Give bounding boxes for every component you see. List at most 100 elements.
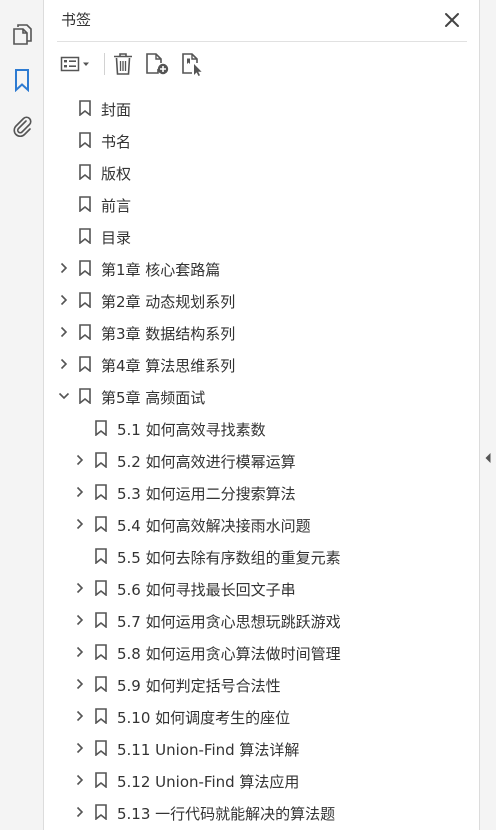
bookmark-icon (95, 516, 107, 532)
chevron-right-icon[interactable] (73, 581, 87, 595)
bookmark-icon (95, 580, 107, 596)
bookmark-row[interactable]: 第5章 高频面试 (45, 380, 475, 412)
chevron-down-icon[interactable] (57, 389, 71, 403)
bookmark-label: 5.3 如何运用二分搜索算法 (117, 485, 296, 503)
delete-bookmark-button[interactable] (111, 50, 137, 78)
bookmark-label: 5.4 如何高效解决接雨水问题 (117, 517, 311, 535)
bookmark-label: 前言 (101, 197, 132, 215)
bookmark-icon (79, 196, 91, 212)
bookmark-row[interactable]: 第4章 算法思维系列 (45, 348, 475, 380)
bookmark-label: 5.7 如何运用贪心思想玩跳跃游戏 (117, 613, 341, 631)
bookmark-icon (79, 356, 91, 372)
chevron-right-icon[interactable] (73, 709, 87, 723)
bookmark-label: 第5章 高频面试 (101, 389, 206, 407)
bookmark-label: 5.10 如何调度考生的座位 (117, 709, 291, 727)
bookmark-label: 第4章 算法思维系列 (101, 357, 236, 375)
bookmark-row[interactable]: 5.4 如何高效解决接雨水问题 (45, 508, 475, 540)
bookmark-row[interactable]: 5.6 如何寻找最长回文子串 (45, 572, 475, 604)
bookmark-row[interactable]: 版权 (45, 156, 475, 188)
bookmark-label: 5.8 如何运用贪心算法做时间管理 (117, 645, 341, 663)
panel-title: 书签 (61, 11, 92, 29)
bookmark-icon (95, 452, 107, 468)
close-panel-button[interactable] (441, 9, 463, 31)
options-icon (60, 56, 80, 72)
bookmark-icon (95, 612, 107, 628)
bookmark-row[interactable]: 书名 (45, 124, 475, 156)
bookmark-icon (79, 388, 91, 404)
bookmark-label: 5.2 如何高效进行模幂运算 (117, 453, 296, 471)
bookmark-label: 第3章 数据结构系列 (101, 325, 236, 343)
page-thumbnails-button[interactable] (8, 20, 36, 48)
bookmark-label: 5.5 如何去除有序数组的重复元素 (117, 549, 341, 567)
bookmark-label: 封面 (101, 101, 132, 119)
bookmark-row[interactable]: 5.11 Union-Find 算法详解 (45, 732, 475, 764)
bookmark-icon (95, 676, 107, 692)
bookmarks-panel: 书签 封面 书名 版权 前言 目录 第1章 核心套路篇 第2章 动态规划系列 第… (45, 0, 479, 830)
chevron-right-icon[interactable] (73, 453, 87, 467)
bookmarks-toolbar (45, 42, 479, 88)
options-menu-button[interactable] (59, 50, 97, 78)
chevron-right-icon[interactable] (73, 485, 87, 499)
chevron-right-icon[interactable] (73, 741, 87, 755)
chevron-right-icon[interactable] (73, 613, 87, 627)
bookmark-icon (79, 100, 91, 116)
bookmark-from-structure-icon (182, 53, 202, 76)
bookmark-label: 第2章 动态规划系列 (101, 293, 236, 311)
toolbar-separator (104, 53, 105, 75)
collapse-panel-button[interactable] (484, 450, 492, 464)
bookmark-icon (79, 260, 91, 276)
bookmark-row[interactable]: 第3章 数据结构系列 (45, 316, 475, 348)
bookmark-row[interactable]: 封面 (45, 92, 475, 124)
bookmark-label: 版权 (101, 165, 132, 183)
bookmark-row[interactable]: 5.1 如何高效寻找素数 (45, 412, 475, 444)
bookmark-icon (79, 132, 91, 148)
bookmark-label: 5.11 Union-Find 算法详解 (117, 741, 300, 759)
chevron-right-icon[interactable] (57, 357, 71, 371)
chevron-right-icon[interactable] (57, 261, 71, 275)
bookmark-row[interactable]: 5.5 如何去除有序数组的重复元素 (45, 540, 475, 572)
bookmark-row[interactable]: 5.2 如何高效进行模幂运算 (45, 444, 475, 476)
panel-header: 书签 (45, 0, 479, 40)
chevron-right-icon[interactable] (73, 773, 87, 787)
bookmark-row[interactable]: 前言 (45, 188, 475, 220)
chevron-right-icon[interactable] (73, 517, 87, 531)
bookmark-row[interactable]: 目录 (45, 220, 475, 252)
chevron-right-icon[interactable] (57, 325, 71, 339)
chevron-right-icon[interactable] (73, 677, 87, 691)
navigation-rail (0, 0, 44, 830)
bookmark-label: 第1章 核心套路篇 (101, 261, 221, 279)
bookmark-label: 5.1 如何高效寻找素数 (117, 421, 266, 439)
bookmark-row[interactable]: 第1章 核心套路篇 (45, 252, 475, 284)
bookmark-row[interactable]: 5.13 一行代码就能解决的算法题 (45, 796, 475, 828)
pages-icon (13, 24, 32, 45)
collapse-panel-icon (485, 453, 491, 463)
bookmark-row[interactable]: 5.3 如何运用二分搜索算法 (45, 476, 475, 508)
chevron-right-icon[interactable] (73, 645, 87, 659)
chevron-right-icon[interactable] (73, 805, 87, 819)
bookmark-row[interactable]: 5.8 如何运用贪心算法做时间管理 (45, 636, 475, 668)
bookmark-icon (79, 292, 91, 308)
bookmark-label: 5.6 如何寻找最长回文子串 (117, 581, 296, 599)
bookmark-label: 书名 (101, 133, 132, 151)
bookmark-label: 5.13 一行代码就能解决的算法题 (117, 805, 336, 823)
dropdown-caret-icon (83, 62, 89, 66)
bookmark-icon (95, 420, 107, 436)
bookmark-row[interactable]: 5.10 如何调度考生的座位 (45, 700, 475, 732)
new-bookmark-icon (146, 53, 169, 75)
bookmark-icon (95, 740, 107, 756)
bookmark-icon (95, 804, 107, 820)
chevron-right-icon[interactable] (57, 293, 71, 307)
bookmark-icon (95, 708, 107, 724)
bookmark-icon (95, 644, 107, 660)
attachments-button[interactable] (8, 112, 36, 140)
bookmark-row[interactable]: 第2章 动态规划系列 (45, 284, 475, 316)
bookmark-row[interactable]: 5.12 Union-Find 算法应用 (45, 764, 475, 796)
bookmark-icon (95, 484, 107, 500)
bookmark-icon (95, 548, 107, 564)
bookmark-from-structure-button[interactable] (180, 50, 208, 78)
bookmark-row[interactable]: 5.7 如何运用贪心思想玩跳跃游戏 (45, 604, 475, 636)
bookmark-row[interactable]: 5.9 如何判定括号合法性 (45, 668, 475, 700)
new-bookmark-button[interactable] (144, 50, 172, 78)
bookmark-icon (79, 228, 91, 244)
bookmarks-button[interactable] (8, 66, 36, 94)
